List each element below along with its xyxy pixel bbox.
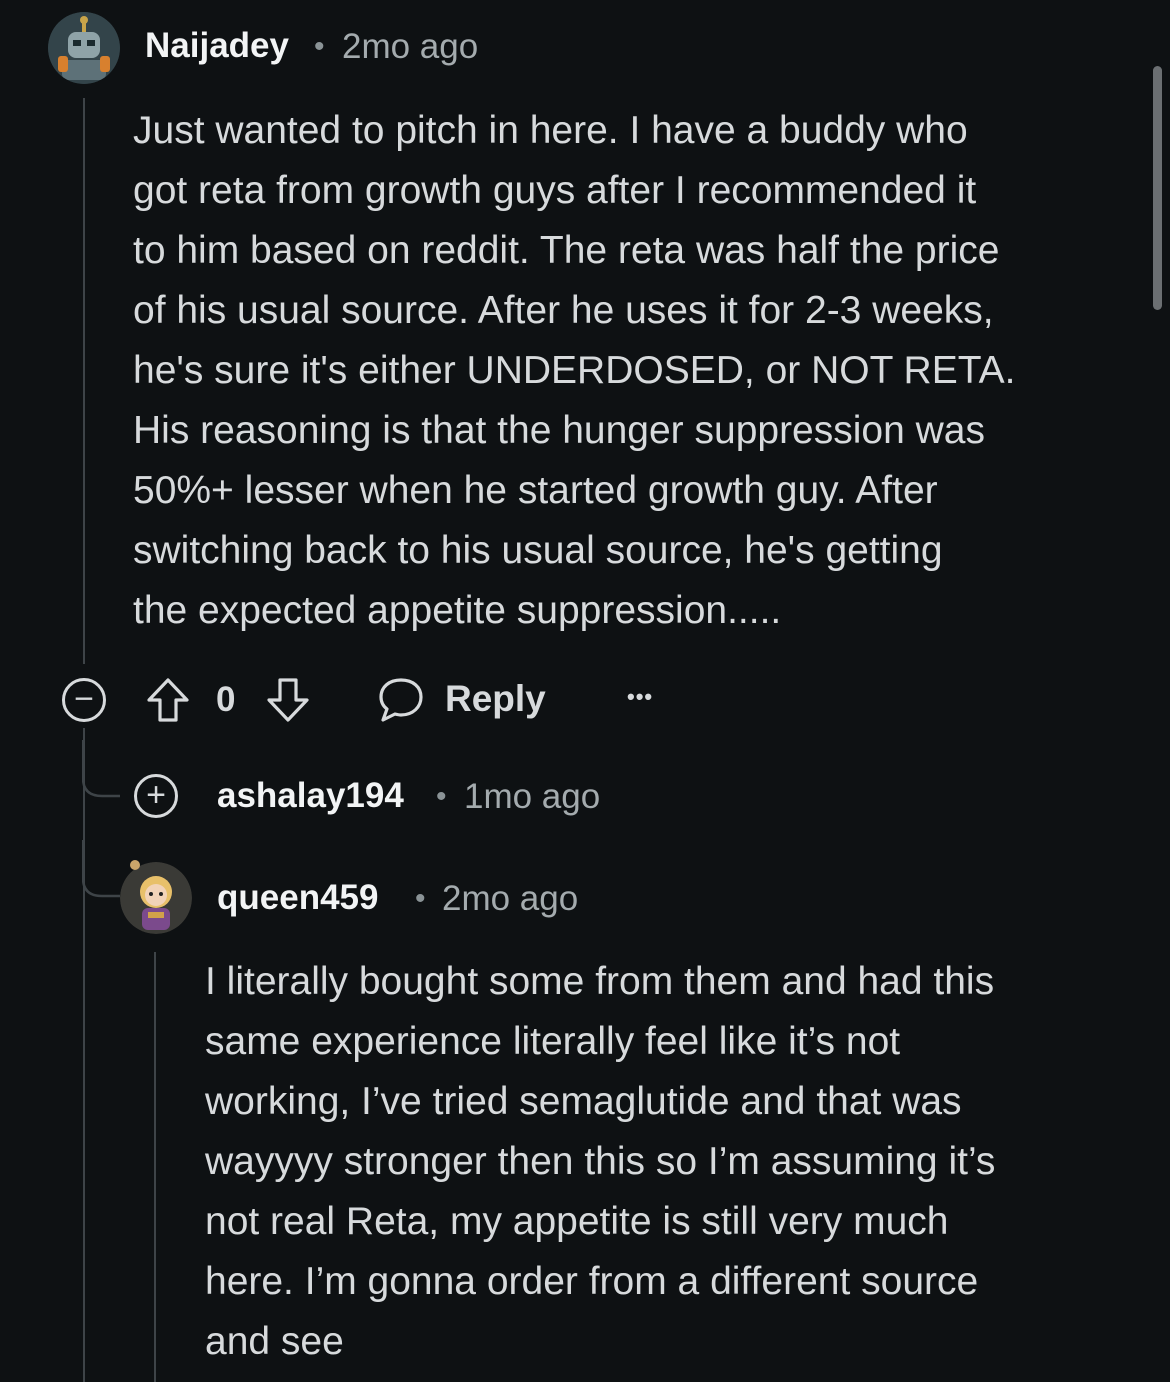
minus-icon: − [74, 679, 94, 718]
more-dots-icon: ••• [627, 684, 654, 709]
downvote-icon[interactable] [265, 676, 311, 724]
reply-label: Reply [445, 678, 546, 719]
more-options-button[interactable]: ••• [627, 684, 653, 710]
timestamp[interactable]: 2mo ago [342, 27, 478, 67]
robot-avatar-icon [48, 12, 120, 84]
separator-dot: • [436, 780, 447, 813]
avatar-accessory [130, 860, 140, 870]
username[interactable]: Naijadey [145, 26, 289, 66]
scrollbar[interactable] [1153, 66, 1162, 310]
timestamp[interactable]: 2mo ago [442, 879, 578, 919]
separator-dot: • [314, 30, 325, 63]
comment-bubble-icon [379, 678, 423, 722]
thread-line-main [83, 98, 85, 664]
thread-line-reply [154, 952, 156, 1382]
vote-count: 0 [216, 680, 236, 719]
expand-button[interactable]: + [134, 774, 178, 818]
comment-body: I literally bought some from them and ha… [205, 960, 996, 1363]
collapse-button[interactable]: − [62, 678, 106, 722]
plus-icon: + [146, 776, 166, 814]
thread-line-children [83, 728, 85, 1382]
upvote-icon[interactable] [145, 676, 191, 724]
character-avatar-icon [120, 862, 192, 934]
comment-body: Just wanted to pitch in here. I have a b… [133, 109, 1016, 632]
timestamp[interactable]: 1mo ago [464, 777, 600, 817]
username[interactable]: queen459 [217, 878, 378, 918]
reply-button[interactable]: Reply [376, 672, 551, 728]
avatar[interactable] [120, 862, 192, 934]
username[interactable]: ashalay194 [217, 776, 404, 816]
avatar[interactable] [48, 12, 120, 84]
separator-dot: • [415, 882, 426, 915]
thread-connector-1 [82, 740, 120, 798]
